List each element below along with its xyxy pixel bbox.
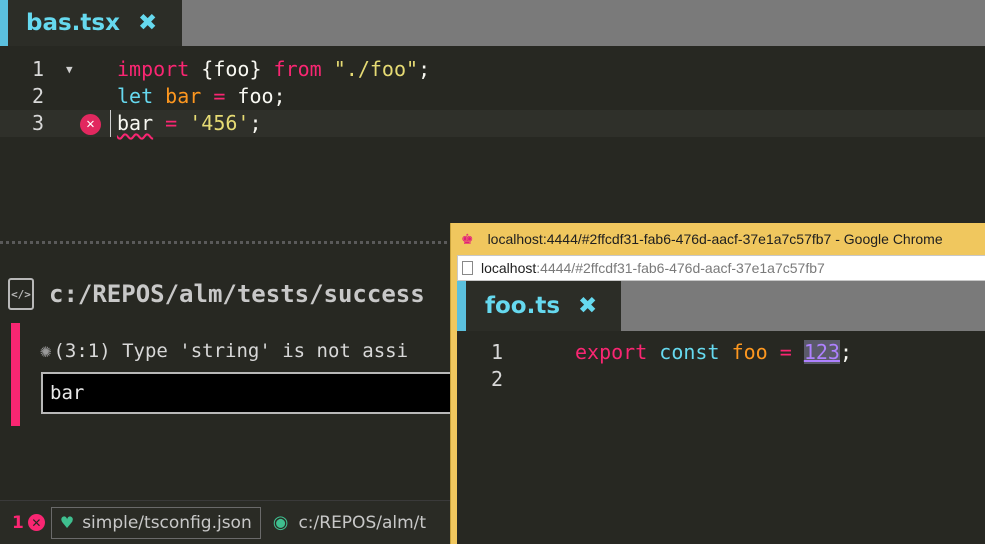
operator-token: = [779,340,792,364]
error-marker [11,323,20,426]
code-token: foo; [225,84,286,108]
code-token: {foo} [189,57,274,81]
variable-token: bar [165,84,202,108]
chrome-window-title: localhost:4444/#2ffcdf31-fab6-476d-aacf-… [487,231,943,247]
status-path: c:/REPOS/alm/t [298,512,427,533]
chrome-title-bar[interactable]: ♚ localhost:4444/#2ffcdf31-fab6-476d-aac… [451,223,985,255]
address-host: localhost [481,260,537,276]
line-number: 2 [31,84,44,108]
keyword-token: from [273,57,322,81]
page-icon [462,261,473,275]
variable-token: foo [731,340,768,364]
code-line: 2 [457,366,985,393]
error-file-path[interactable]: c:/REPOS/alm/tests/success [49,280,425,308]
line-number: 1 [31,57,44,81]
keyword-token: const [659,340,720,364]
keyword-token: import [117,57,190,81]
keyword-token: export [575,340,648,364]
string-token: "./foo" [333,57,419,81]
tab-title: foo.ts [485,293,561,319]
error-token: bar [117,111,154,135]
code-text: bar = '456'; [110,110,262,137]
line-number: 3 [31,111,44,135]
eye-icon[interactable]: ◉ [273,512,289,533]
line-number: 2 [490,367,503,391]
code-text: let bar = foo; [117,83,286,110]
error-panel-header: </> c:/REPOS/alm/tests/success [8,276,425,312]
code-token: ; [418,57,431,81]
error-message[interactable]: ✺ (3:1) Type 'string' is not assi [40,340,408,362]
code-text: import {foo} from "./foo"; [117,56,430,83]
address-rest: :4444/#2ffcdf31-fab6-476d-aacf-37e1a7c57… [536,260,825,276]
code-token: ; [839,340,852,364]
address-bar[interactable]: localhost:4444/#2ffcdf31-fab6-476d-aacf-… [457,255,985,281]
editor-tab-bar: bas.tsx ✖ [0,0,985,46]
spinner-icon: ✺ [40,340,52,362]
error-count[interactable]: 1 [12,513,24,533]
code-line-current: 3 ✕ bar = '456'; [0,110,985,137]
error-icon[interactable]: ✕ [80,114,101,135]
code-line: 1 export const foo = 123; [457,339,985,366]
error-count-icon[interactable]: ✕ [27,514,45,531]
number-token: 123 [803,340,840,364]
error-code-snippet: bar [41,372,461,414]
chrome-window[interactable]: ♚ localhost:4444/#2ffcdf31-fab6-476d-aac… [450,223,985,544]
code-editor[interactable]: 1 ▼ import {foo} from "./foo"; 2 let bar… [0,56,985,137]
keyword-token: let [117,84,154,108]
operator-token: = [213,84,226,108]
code-line: 1 ▼ import {foo} from "./foo"; [0,56,985,83]
inner-code-editor[interactable]: 1 export const foo = 123; 2 [457,339,985,393]
tab-foo-ts[interactable]: foo.ts ✖ [457,281,621,331]
line-number: 1 [490,340,503,364]
chrome-page-content: foo.ts ✖ 1 export const foo = 123; 2 [457,281,985,544]
code-line: 2 let bar = foo; [0,83,985,110]
code-token: ; [249,111,262,135]
close-icon[interactable]: ✖ [138,10,157,36]
code-text: export const foo = 123; [575,339,852,366]
operator-token: = [165,111,178,135]
inner-tab-bar: foo.ts ✖ [457,281,985,331]
tsconfig-button[interactable]: ♥ simple/tsconfig.json [50,506,261,539]
error-message-text: (3:1) Type 'string' is not assi [53,340,409,362]
tab-title: bas.tsx [26,10,120,36]
string-token: '456' [189,111,250,135]
heart-pulse-icon: ♥ [59,513,75,532]
panel-divider[interactable] [0,241,450,244]
tab-bas-tsx[interactable]: bas.tsx ✖ [0,0,182,46]
code-file-icon: </> [8,278,34,310]
close-icon[interactable]: ✖ [578,293,597,319]
app-favicon-icon: ♚ [461,230,474,247]
fold-arrow-icon[interactable]: ▼ [66,56,73,83]
tsconfig-label: simple/tsconfig.json [82,512,252,533]
